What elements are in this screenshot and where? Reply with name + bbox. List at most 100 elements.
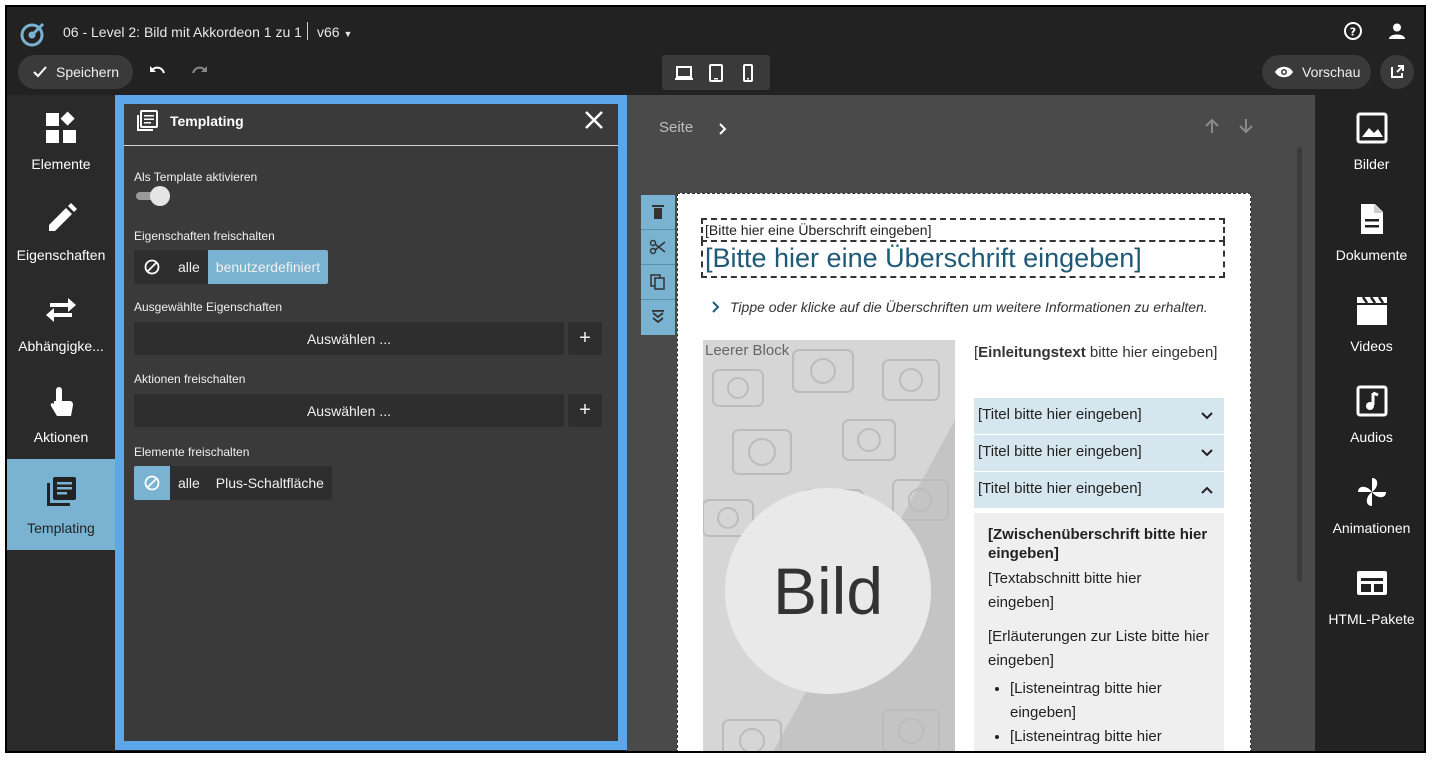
sidebar-item-label: Videos xyxy=(1350,338,1393,354)
undo-icon[interactable] xyxy=(147,62,167,82)
library-books-icon xyxy=(137,110,158,131)
version-dropdown[interactable]: v66 ▼ xyxy=(317,24,352,40)
expand-icon[interactable] xyxy=(649,308,667,326)
sidebar-item-animationen[interactable]: Animationen xyxy=(1315,459,1424,550)
redo-icon[interactable] xyxy=(190,62,210,82)
add-action-button[interactable]: + xyxy=(568,394,602,427)
eye-icon xyxy=(1275,66,1293,78)
copy-icon[interactable] xyxy=(649,273,667,291)
activate-template-label: Als Template aktivieren xyxy=(134,170,258,184)
all-option[interactable]: alle xyxy=(170,466,208,500)
sidebar-item-label: Elemente xyxy=(31,156,91,172)
sidebar-item-label: Aktionen xyxy=(33,429,89,445)
image-block[interactable]: Leerer Block Bild xyxy=(703,340,955,751)
user-icon[interactable] xyxy=(1387,21,1407,41)
app-window: 06 - Level 2: Bild mit Akkordeon 1 zu 1 … xyxy=(5,5,1426,753)
phone-icon[interactable] xyxy=(738,63,758,83)
unlock-elements-segment: alle Plus-Schaltfläche xyxy=(134,466,332,500)
web-package-icon xyxy=(1357,571,1387,595)
plus-icon: + xyxy=(579,399,591,421)
accordion-list-intro[interactable]: [Erläuterungen zur Liste bitte hier eing… xyxy=(988,625,1210,673)
version-label: v66 xyxy=(317,24,340,40)
accordion-paragraph[interactable]: [Textabschnitt bitte hier eingeben] xyxy=(988,567,1210,615)
pencil-icon xyxy=(49,203,77,231)
sidebar-item-eigenschaften[interactable]: Eigenschaften xyxy=(7,186,115,277)
list-item[interactable]: [Listeneintrag bitte hier eingeben] xyxy=(1010,677,1210,725)
top-bar: 06 - Level 2: Bild mit Akkordeon 1 zu 1 … xyxy=(7,7,1424,95)
accordion-list: [Listeneintrag bitte hier eingeben] [Lis… xyxy=(988,677,1210,751)
sidebar-item-abhaengigkeiten[interactable]: Abhängigke... xyxy=(7,277,115,368)
heading-small[interactable]: [Bitte hier eine Überschrift eingeben] xyxy=(701,218,1225,242)
sidebar-item-label: Dokumente xyxy=(1335,247,1408,263)
sidebar-item-templating[interactable]: Templating xyxy=(7,459,115,550)
templating-title: Templating xyxy=(170,113,244,129)
chevron-right-icon xyxy=(719,123,727,135)
save-button[interactable]: Speichern xyxy=(18,55,133,89)
sidebar-item-elemente[interactable]: Elemente xyxy=(7,95,115,186)
page-content: [Bitte hier eine Überschrift eingeben] [… xyxy=(677,193,1251,751)
sidebar-item-label: Eigenschaften xyxy=(16,247,106,263)
sidebar-item-dokumente[interactable]: Dokumente xyxy=(1315,186,1424,277)
preview-button[interactable]: Vorschau xyxy=(1262,55,1371,89)
none-option[interactable] xyxy=(134,250,170,284)
sidebar-item-aktionen[interactable]: Aktionen xyxy=(7,368,115,459)
unlock-properties-segment: alle benutzerdefiniert xyxy=(134,250,329,284)
clapperboard-icon xyxy=(1357,296,1387,325)
check-icon xyxy=(33,66,47,78)
accordion-title: [Titel bitte hier eingeben] xyxy=(978,406,1142,423)
sidebar-item-bilder[interactable]: Bilder xyxy=(1315,95,1424,186)
caret-down-icon: ▼ xyxy=(343,29,353,39)
selected-properties-label: Ausgewählte Eigenschaften xyxy=(134,300,283,314)
select-properties-button[interactable]: Auswählen ... xyxy=(134,322,564,355)
accordion-header-2[interactable]: [Titel bitte hier eingeben] xyxy=(974,435,1224,471)
tablet-icon[interactable] xyxy=(706,63,726,83)
trash-icon[interactable] xyxy=(649,203,667,221)
add-property-button[interactable]: + xyxy=(568,322,602,355)
breadcrumb[interactable]: Seite xyxy=(659,119,693,136)
document-title: 06 - Level 2: Bild mit Akkordeon 1 zu 1 xyxy=(63,24,302,40)
close-icon[interactable] xyxy=(583,109,605,131)
widgets-icon xyxy=(46,111,76,143)
activate-template-toggle[interactable] xyxy=(134,185,172,207)
block-icon xyxy=(144,259,160,275)
image-icon xyxy=(1356,112,1388,144)
accordion-body: [Zwischenüberschrift bitte hier eingeben… xyxy=(974,513,1224,751)
accordion-header-1[interactable]: [Titel bitte hier eingeben] xyxy=(974,398,1224,434)
chevron-down-icon xyxy=(1201,412,1213,420)
arrow-up-icon[interactable] xyxy=(1203,117,1221,135)
device-switcher xyxy=(662,55,770,90)
none-option[interactable] xyxy=(134,466,170,500)
accordion-header-3[interactable]: [Titel bitte hier eingeben] xyxy=(974,472,1224,508)
title-separator xyxy=(307,22,308,40)
block-toolstrip xyxy=(641,195,675,335)
chevron-down-icon xyxy=(1201,449,1213,457)
laptop-icon[interactable] xyxy=(674,63,694,83)
sidebar-item-videos[interactable]: Videos xyxy=(1315,277,1424,368)
help-icon[interactable]: ? xyxy=(1343,21,1363,41)
scissors-icon[interactable] xyxy=(649,238,667,256)
heading-big[interactable]: [Bitte hier eine Überschrift eingeben] xyxy=(701,240,1225,278)
unlock-actions-label: Aktionen freischalten xyxy=(134,372,246,386)
chevron-right-icon xyxy=(712,301,720,313)
plus-button-option[interactable]: Plus-Schaltfläche xyxy=(208,466,332,500)
canvas-scrollbar[interactable] xyxy=(1297,147,1302,582)
sidebar-item-label: Audios xyxy=(1350,429,1393,445)
sidebar-item-html-pakete[interactable]: HTML-Pakete xyxy=(1315,550,1424,641)
intro-text[interactable]: [Einleitungstext bitte hier eingeben] xyxy=(974,341,1224,365)
image-placeholder: Bild xyxy=(725,488,931,694)
custom-option[interactable]: benutzerdefiniert xyxy=(207,250,329,284)
sidebar-item-label: HTML-Pakete xyxy=(1328,611,1415,627)
accordion-subheading[interactable]: [Zwischenüberschrift bitte hier eingeben… xyxy=(988,525,1210,563)
sidebar-item-audios[interactable]: Audios xyxy=(1315,368,1424,459)
select-actions-button[interactable]: Auswählen ... xyxy=(134,394,564,427)
list-item[interactable]: [Listeneintrag bitte hier eingeben] xyxy=(1010,725,1210,751)
all-option[interactable]: alle xyxy=(170,250,208,284)
swap-arrows-icon xyxy=(46,298,76,322)
pinwheel-icon xyxy=(1358,478,1386,506)
app-logo-icon[interactable] xyxy=(19,20,47,48)
accordion-title: [Titel bitte hier eingeben] xyxy=(978,443,1142,460)
open-external-button[interactable] xyxy=(1380,55,1414,89)
hint-text: Tippe oder klicke auf die Überschriften … xyxy=(730,299,1208,315)
library-books-icon xyxy=(47,477,76,506)
arrow-down-icon[interactable] xyxy=(1237,117,1255,135)
